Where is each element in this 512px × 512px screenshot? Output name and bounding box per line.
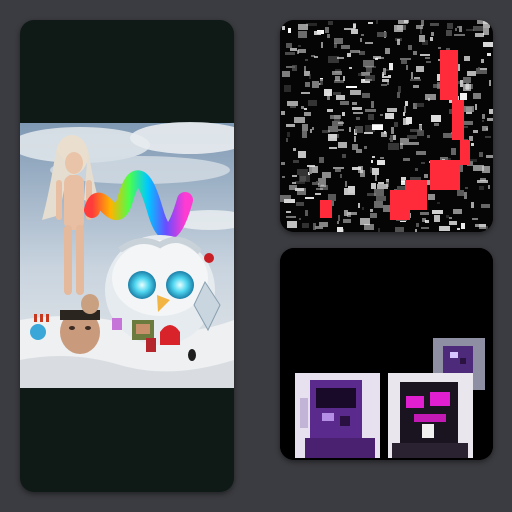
artwork-card-glitch-red[interactable] bbox=[280, 20, 493, 232]
portrait-right bbox=[388, 373, 473, 458]
glitch-portraits-image bbox=[280, 248, 493, 460]
scene bbox=[20, 122, 234, 388]
artwork-card-glitch-portraits[interactable] bbox=[280, 248, 493, 460]
surreal-snow-scene-image bbox=[20, 122, 234, 388]
man-face bbox=[60, 310, 100, 354]
portrait-left bbox=[295, 373, 380, 458]
glitch-black-red-image bbox=[280, 20, 493, 232]
artwork-card-surreal[interactable] bbox=[20, 20, 234, 492]
